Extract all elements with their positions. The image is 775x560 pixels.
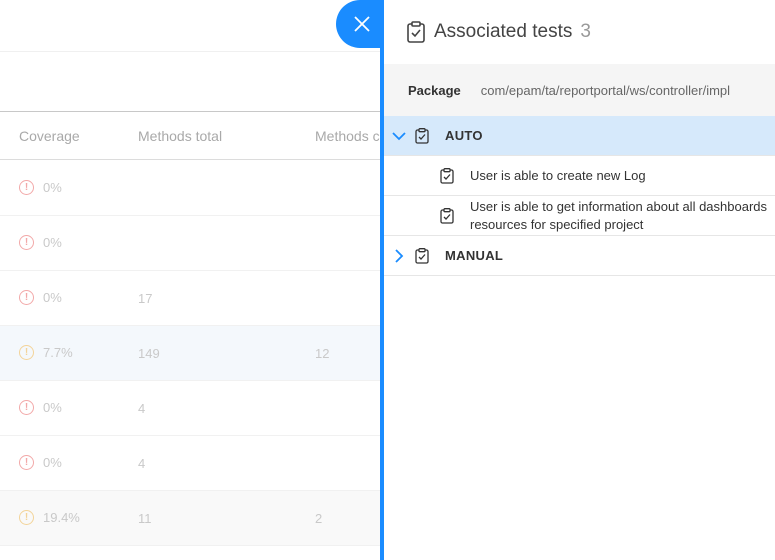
test-group-auto[interactable]: AUTO (384, 116, 775, 156)
chevron-down-icon[interactable] (392, 129, 406, 143)
warning-circle-icon: ! (19, 455, 34, 470)
column-header-coverage[interactable]: Coverage (19, 128, 80, 144)
test-item[interactable]: User is able to get information about al… (384, 196, 775, 236)
coverage-value: 19.4% (43, 510, 80, 525)
coverage-cell: ! 7.7% (19, 345, 73, 360)
clipboard-check-icon (440, 168, 454, 184)
column-header-methods-covered[interactable]: Methods c (315, 128, 380, 144)
associated-tests-panel: Associated tests 3 Package com/epam/ta/r… (384, 0, 775, 560)
table-row[interactable]: ! 0% 4 (0, 436, 380, 491)
methods-covered-value: 12 (315, 346, 330, 361)
coverage-table-background: Coverage Methods total Methods c ! 0% ! … (0, 0, 380, 560)
table-row[interactable]: ! 0% 4 (0, 381, 380, 436)
coverage-cell: ! 19.4% (19, 510, 80, 525)
package-label: Package (408, 82, 461, 98)
coverage-value: 0% (43, 455, 62, 470)
clipboard-check-icon (440, 208, 454, 224)
warning-circle-icon: ! (19, 400, 34, 415)
methods-total-value: 17 (138, 291, 153, 306)
coverage-cell: ! 0% (19, 290, 62, 305)
clipboard-check-icon (415, 127, 429, 144)
warning-circle-icon: ! (19, 290, 34, 305)
package-path: com/epam/ta/reportportal/ws/controller/i… (480, 82, 731, 98)
methods-total-value: 4 (138, 401, 146, 416)
close-icon (354, 16, 370, 32)
coverage-cell: ! 0% (19, 455, 62, 470)
panel-title-text: Associated tests (434, 21, 573, 42)
methods-total-value: 4 (138, 456, 146, 471)
table-header: Coverage Methods total Methods c (0, 112, 380, 160)
group-label: AUTO (445, 128, 483, 143)
table-row[interactable]: ! 0% (0, 161, 380, 216)
package-bar: Package com/epam/ta/reportportal/ws/cont… (384, 64, 775, 116)
coverage-value: 0% (43, 235, 62, 250)
test-name-line-2[interactable]: resources for specified project (470, 216, 643, 234)
coverage-value: 0% (43, 290, 62, 305)
methods-total-value: 11 (138, 511, 152, 526)
methods-total-value: 149 (138, 346, 160, 361)
chevron-right-icon[interactable] (392, 248, 406, 263)
group-label: MANUAL (445, 248, 504, 263)
test-item[interactable]: User is able to create new Log (384, 156, 775, 196)
coverage-cell: ! 0% (19, 180, 62, 195)
methods-covered-value: 2 (315, 511, 323, 526)
test-name-line-1[interactable]: User is able to get information about al… (470, 198, 767, 216)
coverage-cell: ! 0% (19, 400, 62, 415)
tests-count: 3 (580, 21, 591, 42)
warning-circle-icon: ! (19, 235, 34, 250)
table-row[interactable]: ! 0% 17 (0, 271, 380, 326)
background-top-bar (0, 0, 380, 52)
test-name[interactable]: User is able to create new Log (470, 167, 646, 185)
column-header-methods-total[interactable]: Methods total (138, 128, 222, 144)
warning-circle-icon: ! (19, 345, 34, 360)
clipboard-check-icon (415, 247, 429, 264)
table-row[interactable]: ! 0% (0, 216, 380, 271)
warning-circle-icon: ! (19, 180, 34, 195)
coverage-cell: ! 0% (19, 235, 62, 250)
coverage-value: 0% (43, 400, 62, 415)
table-row[interactable]: ! 7.7% 149 12 (0, 326, 380, 381)
table-row[interactable]: ! 19.4% 11 2 (0, 491, 380, 546)
coverage-value: 7.7% (43, 345, 73, 360)
panel-title: Associated tests 3 (406, 20, 591, 44)
warning-circle-icon: ! (19, 510, 34, 525)
clipboard-check-icon (407, 21, 425, 43)
coverage-value: 0% (43, 180, 62, 195)
background-toolbar (0, 52, 380, 112)
test-group-manual[interactable]: MANUAL (384, 236, 775, 276)
